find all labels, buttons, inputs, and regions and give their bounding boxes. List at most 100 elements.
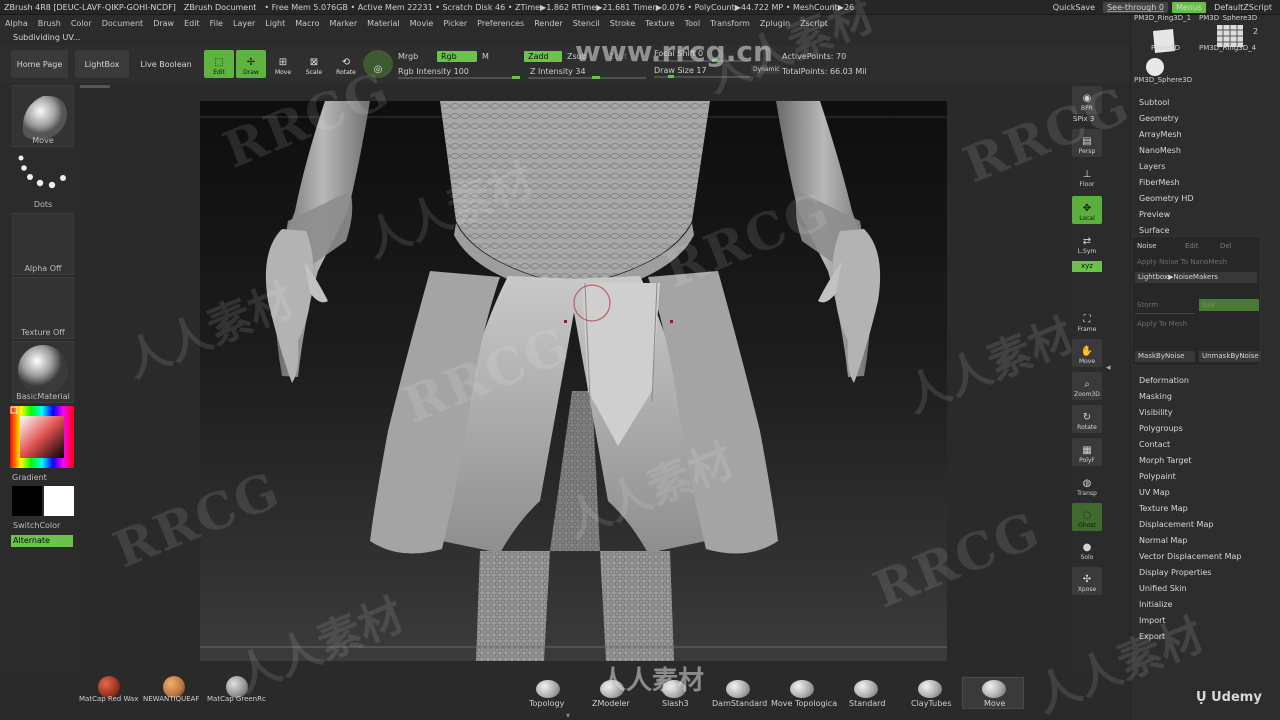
damstandard-brush-label[interactable]: DamStandard bbox=[712, 699, 767, 708]
noise-button[interactable]: Noise bbox=[1137, 242, 1156, 250]
geometry-hd-menu[interactable]: Geometry HD bbox=[1139, 194, 1194, 203]
damstandard-brush-icon[interactable] bbox=[726, 680, 750, 698]
zoom3d-button[interactable]: ⌕ Zoom3D bbox=[1072, 372, 1102, 400]
subtool-menu[interactable]: Subtool bbox=[1139, 98, 1169, 107]
menu-zplugin[interactable]: Zplugin bbox=[755, 19, 795, 28]
arraymesh-menu[interactable]: ArrayMesh bbox=[1139, 130, 1182, 139]
layers-menu[interactable]: Layers bbox=[1139, 162, 1165, 171]
rgb-intensity-slider[interactable]: Rgb Intensity 100 bbox=[398, 67, 469, 76]
z-intensity-knob[interactable] bbox=[592, 76, 600, 79]
claytubes-brush-label[interactable]: ClayTubes bbox=[911, 699, 951, 708]
deformation-menu[interactable]: Deformation bbox=[1139, 376, 1189, 385]
contact-menu[interactable]: Contact bbox=[1139, 440, 1170, 449]
local-button[interactable]: ✥ Local bbox=[1072, 196, 1102, 224]
apply-noise-nanomesh-button[interactable]: Apply Noise To NanoMesh bbox=[1137, 258, 1227, 266]
draw-mode-button[interactable]: ✢ Draw bbox=[236, 50, 266, 78]
lightbox-button[interactable]: LightBox bbox=[75, 50, 129, 78]
xpose-button[interactable]: ✣ Xpose bbox=[1072, 567, 1102, 595]
save-noise-button[interactable]: Sav bbox=[1199, 299, 1259, 311]
initialize-menu[interactable]: Initialize bbox=[1139, 600, 1172, 609]
switchcolor-button[interactable]: SwitchColor bbox=[13, 521, 75, 530]
menu-tool[interactable]: Tool bbox=[680, 19, 706, 28]
polygroups-menu[interactable]: Polygroups bbox=[1139, 424, 1183, 433]
menu-render[interactable]: Render bbox=[529, 19, 567, 28]
subtool-thumb-label-1[interactable]: PM3D_Ring3D_1 bbox=[1134, 14, 1191, 22]
nanomesh-menu[interactable]: NanoMesh bbox=[1139, 146, 1181, 155]
menu-document[interactable]: Document bbox=[97, 19, 148, 28]
export-menu[interactable]: Export bbox=[1139, 632, 1165, 641]
mrgb-button[interactable]: Mrgb bbox=[398, 52, 418, 61]
menu-color[interactable]: Color bbox=[66, 19, 97, 28]
menu-draw[interactable]: Draw bbox=[148, 19, 179, 28]
display-properties-menu[interactable]: Display Properties bbox=[1139, 568, 1211, 577]
claytubes-brush-icon[interactable] bbox=[918, 680, 942, 698]
move-brush-label-bottom[interactable]: Move bbox=[984, 699, 1005, 708]
menu-layer[interactable]: Layer bbox=[228, 19, 260, 28]
viewport-canvas[interactable] bbox=[200, 101, 947, 661]
menu-material[interactable]: Material bbox=[362, 19, 405, 28]
default-zscript-button[interactable]: DefaultZScript bbox=[1210, 3, 1276, 12]
menu-stroke[interactable]: Stroke bbox=[605, 19, 641, 28]
move-brush-icon-bottom[interactable] bbox=[982, 680, 1006, 698]
transp-button[interactable]: ◍ Transp bbox=[1072, 471, 1102, 499]
sphere-material-icon[interactable]: ◎ bbox=[363, 50, 393, 78]
vector-displacement-map-menu[interactable]: Vector Displacement Map bbox=[1139, 552, 1241, 561]
scale-mode-button[interactable]: ⊠ Scale bbox=[299, 50, 329, 78]
storm-slider[interactable]: Storm bbox=[1137, 301, 1158, 309]
mask-by-noise-button[interactable]: MaskByNoise bbox=[1135, 351, 1195, 362]
zmodeler-brush-label[interactable]: ZModeler bbox=[592, 699, 630, 708]
floor-button[interactable]: ⊥ Floor bbox=[1072, 162, 1102, 190]
menu-file[interactable]: File bbox=[205, 19, 228, 28]
live-boolean-button[interactable]: Live Boolean bbox=[136, 50, 196, 78]
move-mode-button[interactable]: ⊞ Move bbox=[268, 50, 298, 78]
menu-zscript[interactable]: Zscript bbox=[795, 19, 833, 28]
menu-preferences[interactable]: Preferences bbox=[472, 19, 529, 28]
quicksave-button[interactable]: QuickSave bbox=[1049, 3, 1099, 12]
visibility-menu[interactable]: Visibility bbox=[1139, 408, 1173, 417]
menu-brush[interactable]: Brush bbox=[33, 19, 66, 28]
shelf-scroll-arrow-icon[interactable]: ▾ bbox=[566, 711, 570, 720]
canvas-scroll-handle[interactable] bbox=[80, 85, 110, 88]
lsym-button[interactable]: ⇄ L.Sym bbox=[1072, 229, 1102, 257]
menu-alpha[interactable]: Alpha bbox=[0, 19, 33, 28]
color-picker[interactable] bbox=[10, 406, 74, 468]
menus-toggle[interactable]: Menus bbox=[1171, 1, 1207, 13]
menu-picker[interactable]: Picker bbox=[438, 19, 472, 28]
rgb-button[interactable]: Rgb bbox=[437, 51, 477, 62]
noise-del-button[interactable]: Del bbox=[1220, 242, 1232, 250]
menu-marker[interactable]: Marker bbox=[324, 19, 362, 28]
secondary-color-swatch[interactable] bbox=[44, 486, 74, 516]
fibermesh-menu[interactable]: FiberMesh bbox=[1139, 178, 1180, 187]
solo-button[interactable]: ● Solo bbox=[1072, 535, 1102, 563]
move-topological-brush-label[interactable]: Move Topologica bbox=[771, 699, 837, 708]
geometry-menu[interactable]: Geometry bbox=[1139, 114, 1179, 123]
edit-mode-button[interactable]: ⬚ Edit bbox=[204, 50, 234, 78]
menu-stencil[interactable]: Stencil bbox=[568, 19, 605, 28]
polyf-button[interactable]: ▦ PolyF bbox=[1072, 438, 1102, 466]
alternate-button[interactable]: Alternate bbox=[11, 535, 73, 547]
uv-map-menu[interactable]: UV Map bbox=[1139, 488, 1170, 497]
menu-texture[interactable]: Texture bbox=[640, 19, 679, 28]
unified-skin-menu[interactable]: Unified Skin bbox=[1139, 584, 1187, 593]
rotate-view-button[interactable]: ↻ Rotate bbox=[1072, 405, 1102, 433]
standard-brush-icon[interactable] bbox=[854, 680, 878, 698]
move-view-button[interactable]: ✋ Move bbox=[1072, 339, 1102, 367]
bpr-button[interactable]: ◉ BPR bbox=[1072, 86, 1102, 114]
z-intensity-track[interactable] bbox=[528, 77, 646, 79]
topology-brush-label[interactable]: Topology bbox=[529, 699, 564, 708]
zmodeler-brush-icon[interactable] bbox=[600, 680, 624, 698]
see-through-slider[interactable]: See-through 0 bbox=[1103, 1, 1168, 13]
frame-button[interactable]: ⛶ Frame bbox=[1072, 307, 1102, 335]
surface-menu[interactable]: Surface bbox=[1139, 226, 1169, 235]
preview-menu[interactable]: Preview bbox=[1139, 210, 1170, 219]
topology-brush-icon[interactable] bbox=[536, 680, 560, 698]
collapse-right-arrow-icon[interactable]: ◂ bbox=[1106, 363, 1111, 373]
rgb-intensity-track[interactable] bbox=[398, 77, 520, 79]
slash3-brush-label[interactable]: Slash3 bbox=[662, 699, 689, 708]
rotate-mode-button[interactable]: ⟲ Rotate bbox=[331, 50, 361, 78]
plane3d-thumb[interactable] bbox=[1139, 25, 1189, 57]
noise-edit-button[interactable]: Edit bbox=[1185, 242, 1199, 250]
normal-map-menu[interactable]: Normal Map bbox=[1139, 536, 1187, 545]
morph-target-menu[interactable]: Morph Target bbox=[1139, 456, 1192, 465]
polypaint-menu[interactable]: Polypaint bbox=[1139, 472, 1176, 481]
